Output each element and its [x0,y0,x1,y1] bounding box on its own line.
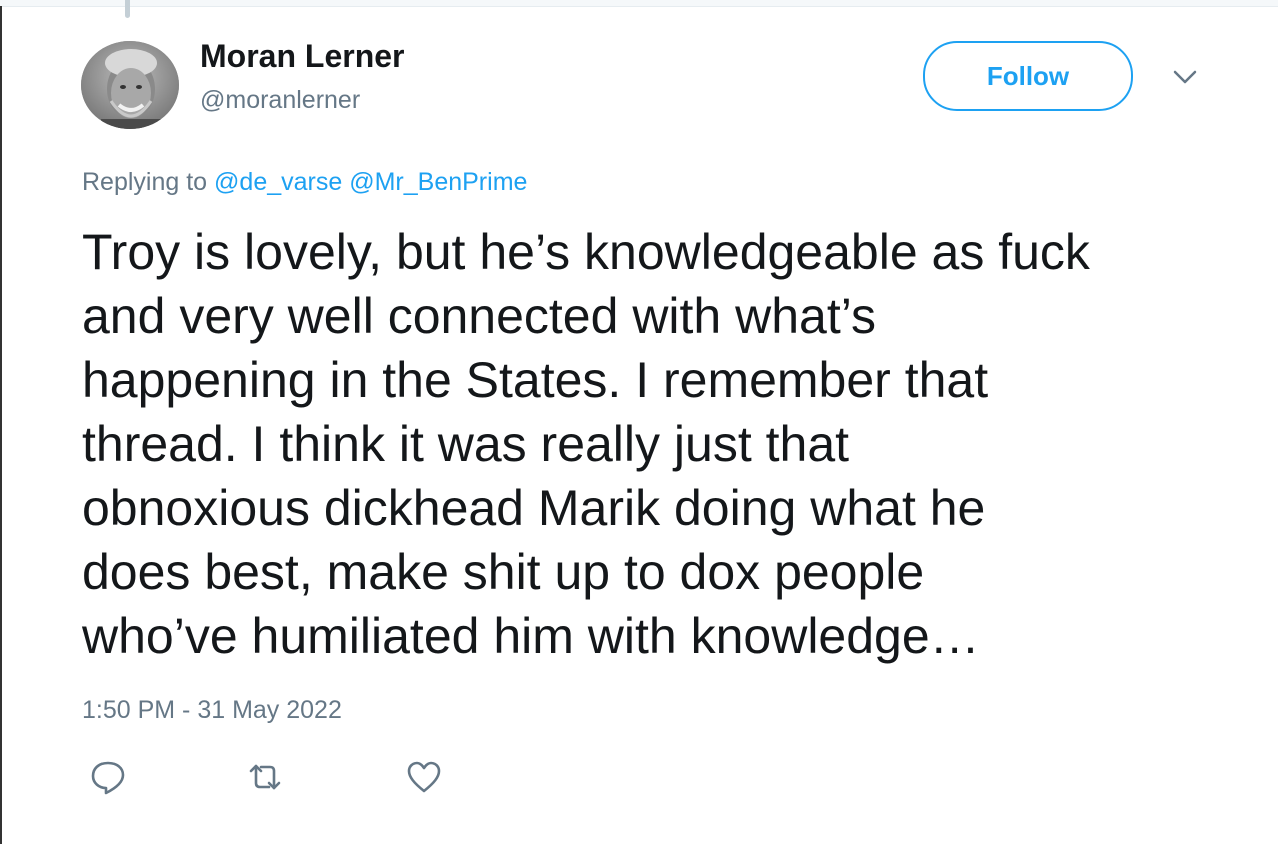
heart-icon[interactable] [404,757,444,797]
retweet-icon[interactable] [245,757,285,797]
tweet-text-line: does best, make shit up to dox people [82,544,925,600]
replying-to-line: Replying to @de_varse @Mr_BenPrime [82,168,527,197]
author-handle[interactable]: @moranlerner [200,86,360,115]
reply-icon[interactable] [88,757,128,797]
chevron-down-icon[interactable] [1170,62,1200,92]
mention-link[interactable]: @Mr_BenPrime [349,168,527,196]
tweet-card: Moran Lerner @moranlerner Follow Replyin… [0,0,1278,844]
tweet-text-line: and very well connected with what’s [82,288,876,344]
follow-button[interactable]: Follow [923,41,1133,111]
tweet-text-line: obnoxious dickhead Marik doing what he [82,480,986,536]
top-divider [0,0,1278,7]
window-left-edge [0,6,2,844]
thread-connector-line [125,0,130,18]
mention-link[interactable]: @de_varse [214,168,342,196]
tweet-text-line: who’ve humiliated him with knowledge… [82,608,980,664]
tweet-text-line: Troy is lovely, but he’s knowledgeable a… [82,224,1090,280]
tweet-text: Troy is lovely, but he’s knowledgeable a… [82,220,1232,668]
person-photo-avatar-icon [81,41,179,129]
tweet-timestamp[interactable]: 1:50 PM - 31 May 2022 [82,696,342,725]
tweet-text-line: happening in the States. I remember that [82,352,989,408]
avatar[interactable] [81,41,179,129]
tweet-text-line: thread. I think it was really just that [82,416,850,472]
replying-to-label: Replying to [82,168,208,196]
author-display-name[interactable]: Moran Lerner [200,38,404,75]
